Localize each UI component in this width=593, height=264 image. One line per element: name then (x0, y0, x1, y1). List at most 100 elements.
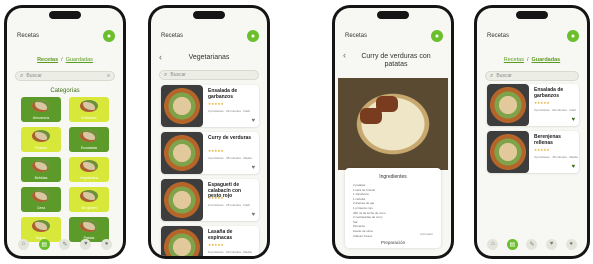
category-photo (80, 100, 98, 112)
category-tile[interactable]: Entrantes (69, 97, 109, 122)
recipe-card-title: Ensalada de garbanzos (534, 87, 564, 99)
search-bar[interactable]: ⌕ Buscar ≡ (15, 71, 115, 81)
toggle-saved[interactable]: Guardadas (66, 57, 93, 63)
heart-icon[interactable]: ♥ (571, 117, 575, 123)
filter-icon[interactable]: ≡ (107, 73, 110, 79)
recipe-meta: 3 porciones · 20 minutos · Fácil (534, 108, 576, 112)
category-label: Sin gluten (81, 206, 97, 210)
app-header: Recetas ● (345, 30, 443, 44)
phone-saved: Recetas ● Recetas / Guardadas ⌕ Buscar Ens… (474, 5, 590, 259)
recipe-thumbnail (161, 132, 203, 174)
search-icon: ⌕ (20, 72, 24, 79)
search-input[interactable]: Buscar (170, 72, 186, 78)
recipe-card[interactable]: Berenjenas rellenas ★★★★★ 4 porciones · 45… (487, 131, 579, 173)
category-tile[interactable]: Sin gluten (69, 187, 109, 212)
user-icon: ● (434, 32, 440, 40)
book-icon[interactable]: ▤ (38, 238, 50, 250)
recipe-card[interactable]: Curry de verduras ★★★★★ 4 porciones · 35 m… (161, 132, 259, 174)
recipe-card[interactable]: Espagueti de calabacín con pesto rojo ★★★… (161, 179, 259, 221)
back-arrow-icon[interactable]: ‹ (343, 50, 346, 60)
category-label: Postres (35, 146, 47, 150)
search-input[interactable]: Buscar (26, 73, 42, 79)
recipe-card-title: Lasaña de espinacas (208, 229, 233, 241)
recipe-icon[interactable]: ✎ (526, 238, 538, 250)
categories-heading: Categorías (50, 88, 80, 94)
toggle-saved[interactable]: Guardadas (531, 57, 560, 63)
home-icon[interactable]: ⌂ (17, 238, 29, 250)
recipes-saved-toggle: Recetas / Guardadas (477, 57, 587, 63)
category-tile[interactable]: Vegetariano (69, 157, 109, 182)
search-bar[interactable]: ⌕ Buscar (485, 71, 579, 81)
home-icon[interactable]: ⌂ (487, 238, 499, 250)
screen-categories: Recetas ● Recetas / Guardadas ⌕ Buscar ≡ C… (7, 8, 123, 256)
recipe-card-title: Ensalada de garbanzos (208, 88, 238, 100)
search-bar[interactable]: ⌕ Buscar (159, 70, 259, 80)
heart-icon[interactable]: ♥ (251, 118, 255, 124)
screen-vegetarian: Recetas ● ‹ Vegetarianas ⌕ Buscar Ensala… (151, 8, 267, 256)
recipe-thumbnail (487, 131, 529, 173)
heart-icon[interactable]: ♥ (546, 238, 558, 250)
screen-saved: Recetas ● Recetas / Guardadas ⌕ Buscar Ens… (477, 8, 587, 256)
rating-stars: ★★★★★ (208, 149, 224, 153)
rating-stars: ★★★★★ (208, 102, 224, 106)
recipe-thumbnail (161, 85, 203, 127)
toggle-separator: / (61, 57, 63, 63)
recipe-thumbnail (487, 84, 529, 126)
recipe-meta: 6 porciones · 60 minutos · Media (208, 250, 252, 254)
recipe-photo (338, 78, 448, 170)
ingredients-panel: Ingredientes 2 patatas 1 taza de brócoli 1… (345, 168, 441, 248)
user-icon: ● (570, 32, 576, 40)
category-tile[interactable]: Ensaladas (69, 127, 109, 152)
rating-stars: ★★★★★ (534, 101, 550, 105)
share-button[interactable]: Compartir (420, 232, 433, 236)
category-tile[interactable]: Cena (21, 187, 61, 212)
toggle-separator: / (526, 57, 529, 63)
heart-icon[interactable]: ♥ (571, 164, 575, 170)
recipe-card[interactable]: Ensalada de garbanzos ★★★★★ 3 porciones · … (161, 85, 259, 127)
category-tile[interactable]: Almuerzos (21, 97, 61, 122)
list-header: ‹ Vegetarianas (159, 52, 259, 64)
avatar[interactable]: ● (567, 30, 579, 42)
categories-grid: Almuerzos Entrantes Postres Ensaladas Bebida… (21, 97, 109, 242)
app-header: Recetas ● (487, 30, 579, 44)
app-title: Recetas (345, 33, 368, 39)
toggle-recipes[interactable]: Recetas (37, 57, 58, 63)
search-input[interactable]: Buscar (496, 73, 512, 79)
heart-icon[interactable]: ♥ (251, 165, 255, 171)
app-title: Recetas (161, 33, 184, 39)
recipe-meta: 3 porciones · 20 minutos · Fácil (208, 109, 250, 113)
recipes-saved-toggle: Recetas / Guardadas (7, 57, 123, 63)
app-header: Recetas ● (17, 30, 115, 44)
category-label: Cena (36, 206, 46, 210)
category-label: Almuerzos (32, 116, 50, 120)
avatar[interactable]: ● (247, 30, 259, 42)
rating-stars: ★★★★★ (208, 243, 224, 247)
recipe-meta: 4 porciones · 45 minutos · Media (534, 155, 578, 159)
book-icon[interactable]: ▤ (506, 238, 518, 250)
recipe-card[interactable]: Lasaña de espinacas ★★★★★ 6 porciones · 60… (161, 226, 259, 256)
category-label: Ensaladas (80, 146, 98, 150)
heart-icon[interactable]: ♥ (251, 212, 255, 218)
heart-icon[interactable]: ♥ (80, 238, 92, 250)
screen-detail: Recetas ● ‹ Curry de verduras con patata… (335, 8, 451, 256)
preparation-button[interactable]: Preparación (345, 240, 441, 245)
user-icon[interactable]: ● (101, 238, 113, 250)
app-title: Recetas (17, 33, 40, 39)
recipe-card[interactable]: Ensalada de garbanzos ★★★★★ 3 porciones · … (487, 84, 579, 126)
notch (49, 11, 81, 19)
category-tile[interactable]: Bebidas (21, 157, 61, 182)
category-photo (80, 130, 98, 142)
category-photo (80, 190, 98, 202)
category-photo (32, 160, 50, 172)
category-tile[interactable]: Postres (21, 127, 61, 152)
recipe-title: Curry de verduras con patatas (361, 53, 431, 68)
recipe-card-title: Curry de verduras (208, 135, 252, 141)
notch (516, 11, 548, 19)
user-icon[interactable]: ● (565, 238, 577, 250)
category-photo (32, 130, 50, 142)
toggle-recipes[interactable]: Recetas (504, 57, 524, 63)
avatar[interactable]: ● (431, 30, 443, 42)
rating-stars: ★★★★★ (208, 196, 224, 200)
recipe-icon[interactable]: ✎ (59, 238, 71, 250)
avatar[interactable]: ● (103, 30, 115, 42)
